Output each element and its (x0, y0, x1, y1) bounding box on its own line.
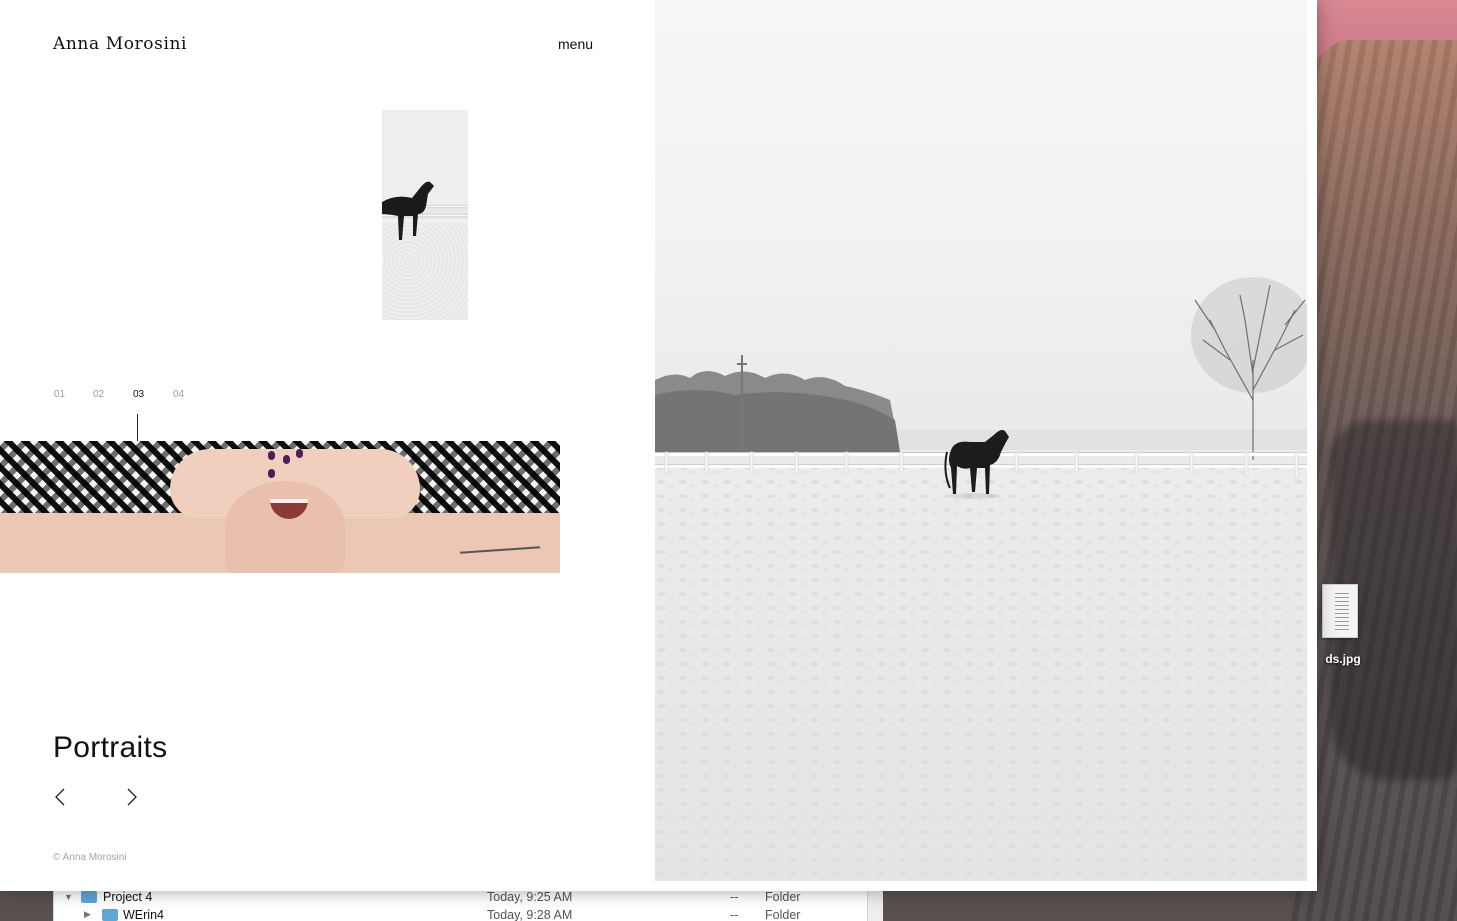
chevron-left-icon (55, 788, 65, 806)
finder-row-size: -- (730, 889, 739, 904)
hero-image[interactable] (655, 0, 1307, 881)
finder-row-date: Today, 9:25 AM (487, 889, 573, 904)
desktop-file-label: ds.jpg (1325, 652, 1361, 666)
slide-index-1[interactable]: 01 (54, 389, 65, 400)
disclosure-open-icon[interactable]: ▼ (64, 892, 73, 902)
chevron-right-icon (127, 788, 137, 806)
finder-row-kind: Folder (765, 907, 801, 921)
folder-icon (102, 908, 118, 921)
horse-landscape-photo (655, 277, 1307, 881)
folder-icon (81, 890, 97, 903)
desktop-file[interactable]: ds.jpg (1308, 584, 1378, 666)
next-image-thumbnail[interactable] (382, 110, 468, 320)
nail (268, 451, 275, 460)
file-thumbnail-icon (1322, 584, 1358, 638)
finder-row[interactable]: ▶ WErin4 Today, 9:28 AM -- Folder (54, 905, 869, 921)
finder-row-date: Today, 9:28 AM (487, 907, 573, 921)
site-logo[interactable]: Anna Morosini (53, 34, 187, 54)
face (225, 481, 345, 573)
browser-page: Anna Morosini menu 01 02 03 04 Portraits (0, 0, 1317, 891)
slide-index-3[interactable]: 03 (133, 389, 144, 400)
horse-icon (382, 181, 434, 240)
nail (296, 449, 303, 458)
previous-button[interactable] (52, 786, 72, 808)
slide-index-2[interactable]: 02 (93, 389, 104, 400)
finder-row-kind: Folder (765, 889, 801, 904)
nail (268, 469, 275, 478)
finder-row-name: Project 4 (103, 889, 153, 904)
disclosure-closed-icon[interactable]: ▶ (84, 909, 91, 920)
next-button[interactable] (123, 786, 143, 808)
slide-index-4[interactable]: 04 (173, 389, 184, 400)
finder-row-size: -- (730, 907, 739, 921)
nail (283, 455, 290, 464)
section-title: Portraits (53, 731, 168, 764)
copyright-text: © Anna Morosini (53, 852, 127, 863)
menu-button[interactable]: menu (558, 36, 593, 52)
finder-row-name: WErin4 (123, 907, 164, 921)
portrait-banner-image[interactable] (0, 441, 560, 573)
